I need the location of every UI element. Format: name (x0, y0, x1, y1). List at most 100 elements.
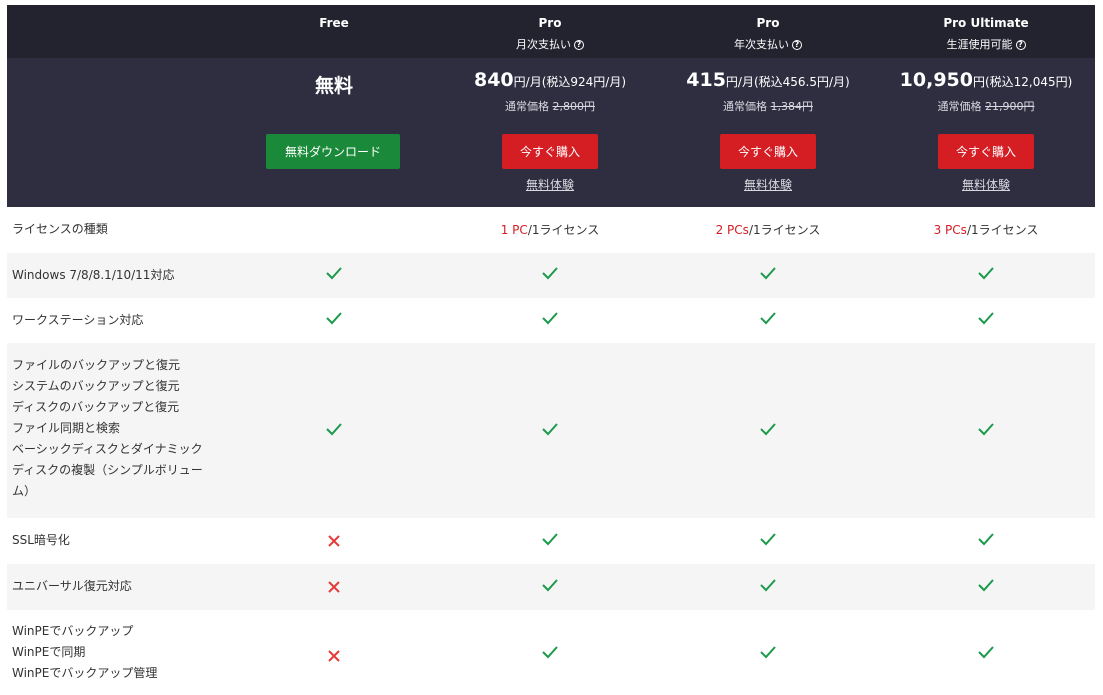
free-trial-link-ultimate[interactable]: 無料体験 (876, 176, 1096, 193)
check-cell (876, 643, 1096, 665)
normal-price-value: 2,800円 (552, 100, 596, 113)
license-pro-yearly: 2 PCs/1ライセンス (658, 221, 878, 238)
plan-sub-label: 生涯使用可能 (946, 38, 1013, 51)
price-unit: 円/月(税込456.5円/月) (725, 75, 850, 89)
check-cell (658, 530, 878, 552)
buy-now-button-ultimate[interactable]: 今すぐ購入 (938, 134, 1034, 169)
check-cell (440, 309, 660, 331)
check-cell (658, 420, 878, 442)
feature-row-universal: ユニバーサル復元対応 (7, 564, 1095, 610)
check-icon (326, 267, 342, 280)
check-icon (760, 312, 776, 325)
check-cell (224, 420, 444, 442)
price-amount: 415 (686, 69, 726, 91)
check-cell (440, 643, 660, 665)
feature-line: ディスクの複製（シンプルボリュー (12, 463, 203, 477)
license-suffix: /1ライセンス (966, 223, 1039, 237)
feature-line: システムのバックアップと復元 (12, 379, 180, 393)
check-cell (440, 420, 660, 442)
price-pro-monthly: 840円/月(税込924円/月) (440, 69, 660, 91)
feature-line: ベーシックディスクとダイナミック (12, 442, 203, 456)
feature-label: ライセンスの種類 (12, 222, 108, 236)
check-cell (224, 309, 444, 331)
check-icon (978, 579, 994, 592)
cross-cell (224, 578, 444, 600)
feature-label-group: ファイルのバックアップと復元 システムのバックアップと復元 ディスクのバックアッ… (12, 355, 203, 502)
normal-price-label: 通常価格 (937, 100, 982, 113)
price-amount: 10,950 (899, 69, 973, 91)
price-unit: 円/月(税込924円/月) (513, 75, 627, 89)
check-icon (978, 267, 994, 280)
cross-icon (328, 581, 340, 593)
feature-line: WinPEでバックアップ管理 (12, 666, 158, 680)
question-icon[interactable]: ? (1015, 40, 1026, 50)
feature-line: WinPEでバックアップ (12, 624, 134, 638)
license-count: 1 PC (500, 223, 528, 237)
check-cell (440, 264, 660, 286)
check-cell (876, 309, 1096, 331)
feature-label: ユニバーサル復元対応 (12, 579, 132, 593)
normal-price-value: 1,384円 (770, 100, 814, 113)
plan-sub-pro-monthly: 月次支払い? (440, 36, 660, 52)
price-pro-yearly: 415円/月(税込456.5円/月) (658, 69, 878, 91)
check-icon (542, 646, 558, 659)
check-cell (658, 576, 878, 598)
cross-cell (224, 532, 444, 554)
plan-name-ultimate: Pro Ultimate (943, 16, 1029, 30)
feature-label: SSL暗号化 (12, 533, 70, 547)
pricing-header: Free 無料 無料ダウンロード Pro 月次支払い? 840円/月(税込924… (7, 5, 1095, 207)
feature-row-windows: Windows 7/8/8.1/10/11対応 (7, 253, 1095, 298)
normal-price-pro-yearly: 通常価格 1,384円 (658, 98, 878, 114)
free-trial-link-pro-yearly[interactable]: 無料体験 (658, 176, 878, 193)
feature-line: ム） (12, 484, 37, 498)
license-ultimate: 3 PCs/1ライセンス (876, 221, 1096, 238)
cross-icon (328, 535, 340, 547)
normal-price-ultimate: 通常価格 21,900円 (876, 98, 1096, 114)
buy-now-button-pro-yearly[interactable]: 今すぐ購入 (720, 134, 816, 169)
question-icon[interactable]: ? (574, 40, 584, 50)
check-icon (542, 267, 558, 280)
check-icon (542, 533, 558, 546)
check-icon (542, 312, 558, 325)
normal-price-label: 通常価格 (723, 100, 767, 113)
check-cell (876, 530, 1096, 552)
check-icon (760, 423, 776, 436)
plan-name-pro-monthly: Pro (538, 16, 562, 30)
feature-row-ssl: SSL暗号化 (7, 518, 1095, 564)
normal-price-value: 21,900円 (985, 100, 1035, 113)
price-free: 無料 (314, 75, 353, 97)
feature-line: ディスクのバックアップと復元 (12, 400, 180, 414)
cross-cell (224, 647, 444, 669)
check-icon (978, 533, 994, 546)
buy-now-button-pro-monthly[interactable]: 今すぐ購入 (502, 134, 598, 169)
price-amount: 840 (473, 69, 514, 91)
license-suffix: /1ライセンス (527, 223, 600, 237)
price-ultimate: 10,950円(税込12,045円) (876, 69, 1096, 91)
check-cell (658, 309, 878, 331)
feature-line: ファイルのバックアップと復元 (12, 358, 181, 372)
check-icon (542, 423, 558, 436)
check-icon (760, 579, 776, 592)
free-trial-link-pro-monthly[interactable]: 無料体験 (440, 176, 660, 193)
plan-sub-pro-yearly: 年次支払い? (658, 36, 878, 52)
plan-sub-label: 年次支払い (734, 38, 789, 51)
check-icon (760, 646, 776, 659)
question-icon[interactable]: ? (792, 40, 802, 50)
feature-line: WinPEで同期 (12, 645, 86, 659)
check-icon (978, 646, 994, 659)
check-cell (876, 420, 1096, 442)
check-cell (440, 576, 660, 598)
plan-sub-label: 月次支払い (516, 38, 571, 51)
license-suffix: /1ライセンス (748, 223, 821, 237)
check-cell (876, 576, 1096, 598)
feature-label-group: WinPEでバックアップ WinPEで同期 WinPEでバックアップ管理 (12, 621, 157, 684)
free-download-button[interactable]: 無料ダウンロード (266, 134, 400, 169)
check-icon (760, 267, 776, 280)
price-unit: 円(税込12,045円) (972, 75, 1073, 89)
feature-label: Windows 7/8/8.1/10/11対応 (12, 268, 175, 282)
feature-row-winpe: WinPEでバックアップ WinPEで同期 WinPEでバックアップ管理 (7, 610, 1095, 695)
license-count: 2 PCs (715, 223, 749, 237)
check-cell (658, 264, 878, 286)
check-icon (542, 579, 558, 592)
license-count: 3 PCs (933, 223, 967, 237)
